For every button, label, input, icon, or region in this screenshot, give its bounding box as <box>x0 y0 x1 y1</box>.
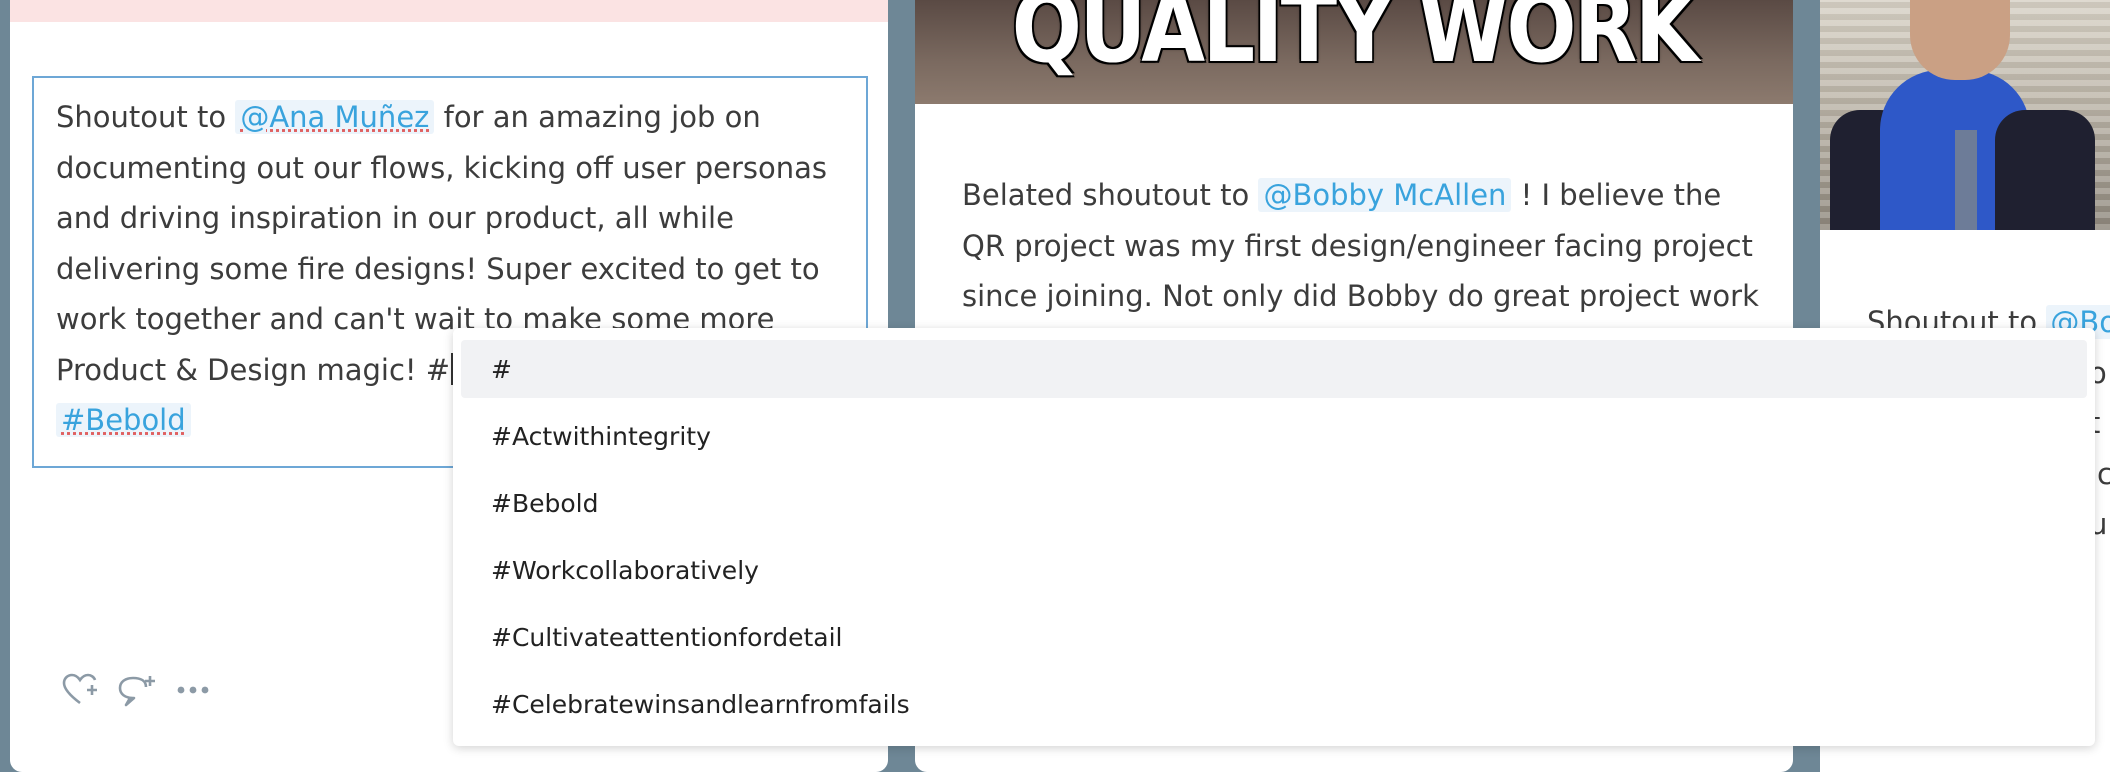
hashtag-option[interactable]: #Cultivateattentionfordetail <box>461 608 2087 666</box>
hashtag-option[interactable]: #Bebold <box>461 474 2087 532</box>
card-header-strip <box>10 0 888 22</box>
heart-plus-icon[interactable] <box>62 670 102 710</box>
editor-text-before: Shoutout to <box>56 100 236 134</box>
mention-chip[interactable]: @Ana Muñez <box>235 100 435 134</box>
mention-chip[interactable]: @Bobby McAllen <box>1258 178 1512 212</box>
hashtag-dropdown: # #Actwithintegrity #Bebold #Workcollabo… <box>453 328 2095 746</box>
card-actions <box>62 670 214 710</box>
gif-image <box>1820 0 2110 230</box>
more-icon[interactable] <box>174 670 214 710</box>
hashtag-option[interactable]: #Workcollaboratively <box>461 541 2087 599</box>
hashtag-option[interactable]: #Celebratewinsandlearnfromfails <box>461 675 2087 733</box>
shoutout-text: Belated shoutout to @Bobby McAllen ! I b… <box>962 178 1759 313</box>
banner-caption: QUALITY WORK <box>1011 0 1699 84</box>
hashtag-option[interactable]: # <box>461 340 2087 398</box>
comment-plus-icon[interactable] <box>118 670 158 710</box>
hashtag-option[interactable]: #Actwithintegrity <box>461 407 2087 465</box>
hashtag-chip[interactable]: #Bebold <box>56 403 191 437</box>
gif-banner: QUALITY WORK <box>915 0 1793 104</box>
